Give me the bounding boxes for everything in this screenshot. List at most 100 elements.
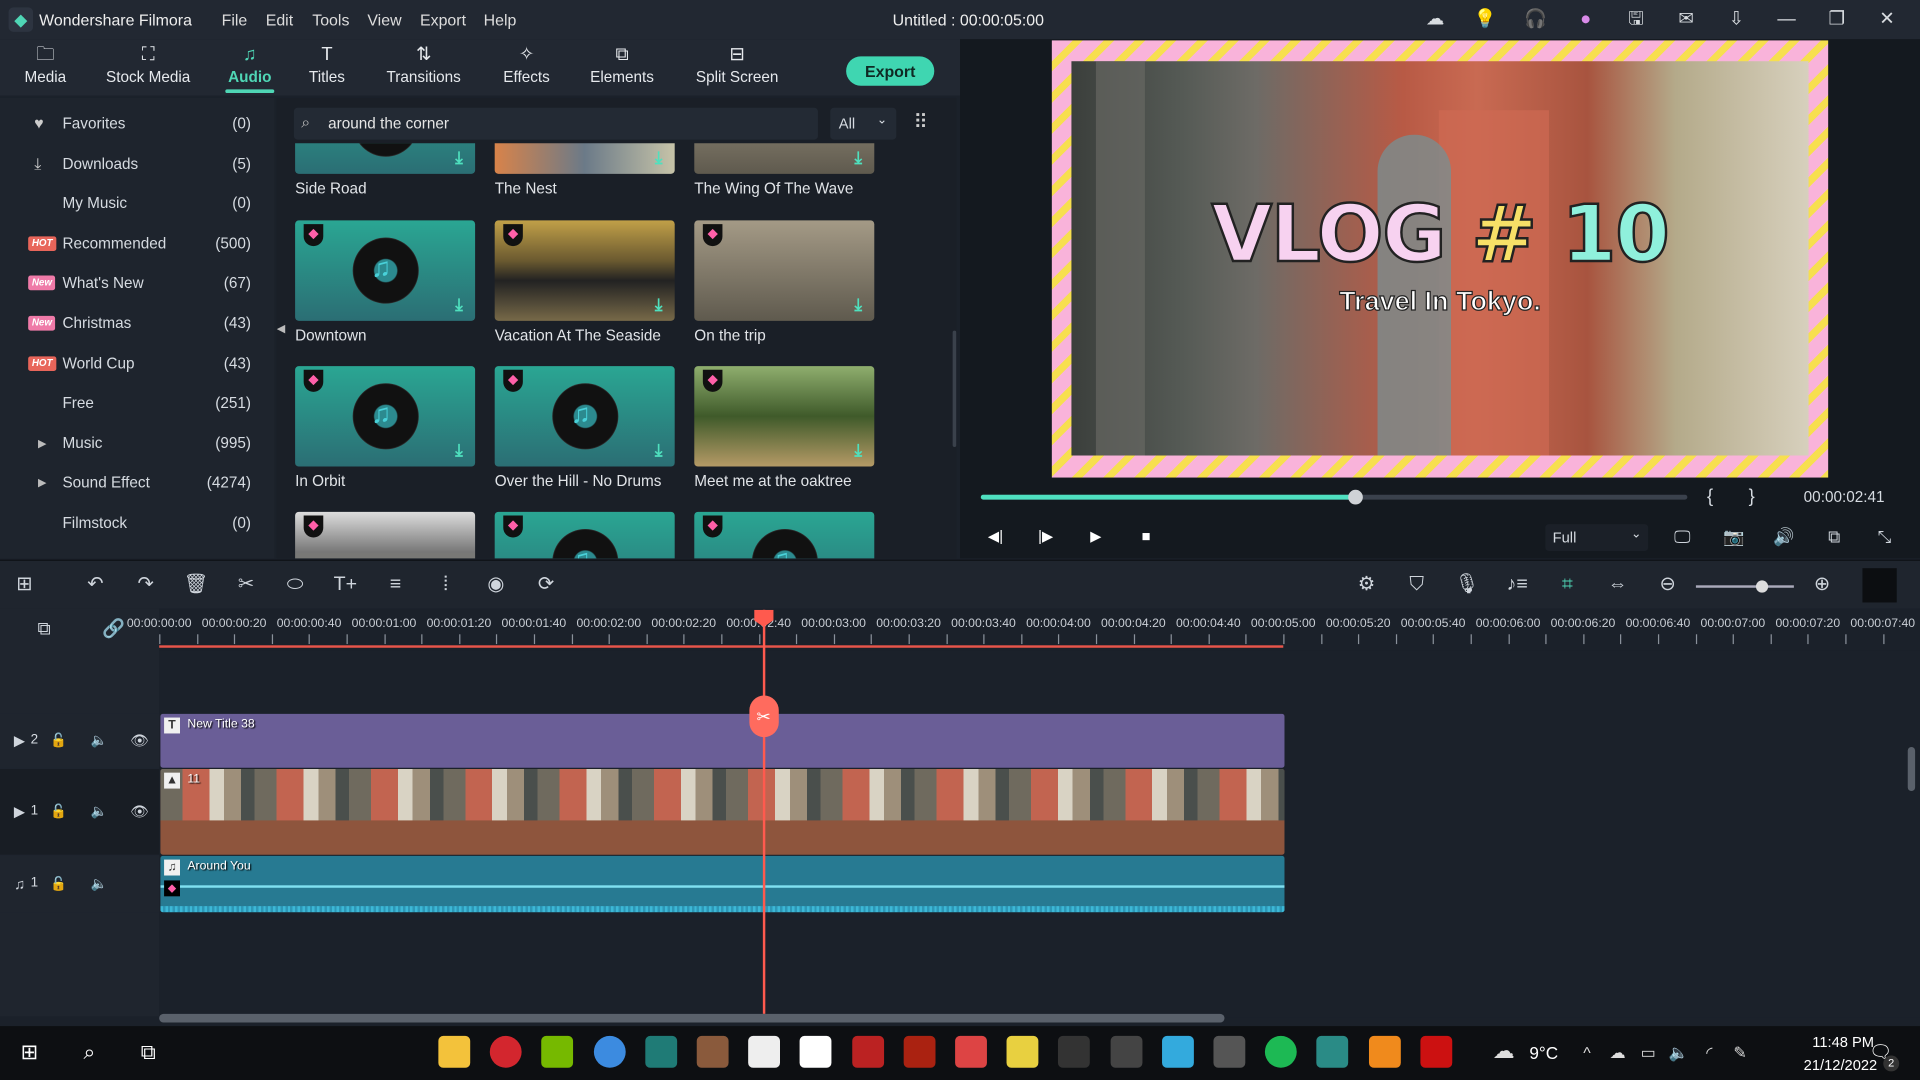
onedrive-icon[interactable]: ☁ <box>1604 1041 1631 1065</box>
download-icon[interactable]: ⤓ <box>655 294 663 315</box>
collapse-sidebar-icon[interactable]: ◀ <box>277 322 285 335</box>
taskbar-app-icon[interactable] <box>851 1035 884 1068</box>
audio-ducking-icon[interactable]: ♪≡ <box>1504 573 1531 597</box>
taskbar-nvidia-icon[interactable] <box>541 1035 574 1068</box>
timeline-zoom-slider[interactable] <box>1695 580 1794 593</box>
sidebar-item-my-music[interactable]: My Music (0) <box>0 185 274 222</box>
zoom-out-icon[interactable]: ⊖ <box>1654 573 1681 597</box>
sidebar-item-downloads[interactable]: ⤓ Downloads (5) <box>0 145 274 182</box>
task-view-icon[interactable]: ⧉ <box>135 1041 162 1065</box>
tag-icon[interactable]: ⬭ <box>282 573 309 597</box>
audio-thumbnail[interactable]: ♫◆ <box>494 511 675 559</box>
download-icon[interactable]: ⤓ <box>854 147 862 168</box>
download-icon[interactable]: ⇩ <box>1723 7 1750 31</box>
taskbar-file-explorer-icon[interactable] <box>438 1035 471 1068</box>
minimize-icon[interactable]: — <box>1773 7 1800 31</box>
taskbar-app-icon[interactable] <box>1420 1035 1452 1068</box>
taskbar-spotify-icon[interactable] <box>1265 1035 1297 1068</box>
split-scissors-icon[interactable]: ✂ <box>748 695 779 738</box>
preview-progress-slider[interactable] <box>980 489 1688 505</box>
filter-dropdown[interactable]: All ⌄ <box>830 107 897 140</box>
quality-dropdown[interactable]: Full ⌄ <box>1545 524 1649 552</box>
play-icon[interactable]: ▶ <box>1082 524 1109 548</box>
taskbar-app-icon[interactable] <box>800 1035 832 1068</box>
lock-icon[interactable]: 🔓 <box>45 800 72 824</box>
speech-to-text-icon[interactable]: ⟳ <box>533 573 560 597</box>
tab-titles[interactable]: T Titles <box>301 39 352 95</box>
render-preview-icon[interactable]: ⧉ <box>1821 524 1848 548</box>
avatar-icon[interactable]: ● <box>1572 7 1599 31</box>
zoom-handle[interactable] <box>1756 580 1769 593</box>
mute-icon[interactable]: 🔈 <box>86 872 113 896</box>
audio-thumbnail[interactable]: ♫ ◆ ⤓ <box>295 220 476 321</box>
mail-icon[interactable]: ✉ <box>1673 7 1700 31</box>
audio-thumbnail[interactable]: ♫⤓ <box>295 143 476 174</box>
visibility-icon[interactable]: 👁 <box>126 729 153 753</box>
download-icon[interactable]: ⤓ <box>655 147 663 168</box>
tab-transitions[interactable]: ⇅ Transitions <box>380 39 468 95</box>
display-settings-icon[interactable]: 🖵 <box>1669 524 1696 548</box>
expand-arrow-icon[interactable]: ▶ <box>38 465 46 502</box>
title-clip[interactable]: T New Title 38 <box>160 713 1285 768</box>
fullscreen-icon[interactable]: ⤡ <box>1871 524 1898 548</box>
taskbar-app-icon[interactable] <box>1213 1035 1246 1068</box>
timeline-ruler[interactable]: 00:00:00:00 00:00:00:20 00:00:00:40 00:00:0… <box>127 608 1920 651</box>
step-back-icon[interactable]: ◀| <box>982 524 1009 548</box>
timeline-vertical-scrollbar[interactable] <box>1907 746 1916 792</box>
video-clip[interactable]: ▲ 11 <box>160 768 1285 855</box>
adjust-icon[interactable]: ≡ <box>382 573 409 597</box>
audio-thumbnail[interactable]: ◆ ⤓ <box>694 220 875 321</box>
taskbar-app-icon[interactable] <box>903 1035 936 1068</box>
tab-stock-media[interactable]: ⛶ Stock Media <box>103 39 194 95</box>
tab-split-screen[interactable]: ⊟ Split Screen <box>691 39 784 95</box>
volume-icon[interactable]: 🔈 <box>1665 1041 1692 1065</box>
audio-thumbnail[interactable]: ◆ ⤓ <box>494 220 675 321</box>
taskbar-chrome-icon[interactable] <box>593 1035 626 1068</box>
audio-thumbnail[interactable]: ♫ ◆ ⤓ <box>295 366 476 467</box>
menu-view[interactable]: View <box>367 11 401 29</box>
tab-effects[interactable]: ✧ Effects <box>496 39 557 95</box>
cut-icon[interactable]: ✂ <box>233 573 260 597</box>
undo-icon[interactable]: ↶ <box>82 573 109 597</box>
progress-handle[interactable] <box>1347 489 1363 505</box>
tab-media[interactable]: 🗀 Media <box>10 39 81 95</box>
taskbar-app-icon[interactable] <box>1161 1035 1194 1068</box>
menu-file[interactable]: File <box>222 11 248 29</box>
download-icon[interactable]: ⤓ <box>455 294 463 315</box>
clock-date[interactable]: 21/12/2022 <box>1804 1057 1878 1074</box>
sidebar-item-christmas[interactable]: New Christmas (43) <box>0 305 274 342</box>
grid-view-icon[interactable]: ⠿ <box>913 110 927 134</box>
library-scrollbar[interactable] <box>952 330 957 447</box>
taskbar-opera-icon[interactable] <box>490 1035 522 1068</box>
download-icon[interactable]: ⤓ <box>455 147 463 168</box>
restore-icon[interactable]: ❐ <box>1823 7 1850 31</box>
mark-out-button[interactable]: } <box>1749 486 1755 507</box>
start-icon[interactable]: ⊞ <box>16 1041 43 1065</box>
add-text-icon[interactable]: T+ <box>332 573 359 597</box>
tab-elements[interactable]: ⧉ Elements <box>585 39 658 95</box>
sidebar-item-favorites[interactable]: ♥ Favorites (0) <box>0 105 274 142</box>
sidebar-item-filmstock[interactable]: Filmstock (0) <box>0 504 274 541</box>
battery-icon[interactable]: ▭ <box>1635 1041 1662 1065</box>
sidebar-item-recommended[interactable]: HOT Recommended (500) <box>0 225 274 262</box>
save-icon[interactable]: 🖫 <box>1622 7 1649 31</box>
menu-tools[interactable]: Tools <box>312 11 349 29</box>
layout-icon[interactable]: ⊞ <box>11 573 38 597</box>
fit-icon[interactable]: ⇔ <box>1604 573 1631 597</box>
volume-icon[interactable]: 🔊 <box>1771 524 1798 548</box>
tab-audio[interactable]: ♫ Audio <box>223 39 277 95</box>
zoom-in-icon[interactable]: ⊕ <box>1809 573 1836 597</box>
delete-icon[interactable]: 🗑 <box>182 573 209 597</box>
audio-clip[interactable]: ◆ ♫ Around You <box>160 855 1285 913</box>
weather-icon[interactable]: ☁ <box>1490 1038 1517 1062</box>
sidebar-item-music[interactable]: ▶ Music (995) <box>0 425 274 462</box>
redo-icon[interactable]: ↷ <box>132 573 159 597</box>
taskbar-filmora-active-icon[interactable] <box>1316 1035 1349 1068</box>
expand-arrow-icon[interactable]: ▶ <box>38 425 46 462</box>
sidebar-item-sound-effect[interactable]: ▶ Sound Effect (4274) <box>0 465 274 502</box>
audio-thumbnail[interactable]: ♫◆ <box>694 511 875 559</box>
sidebar-item-free[interactable]: Free (251) <box>0 385 274 422</box>
close-icon[interactable]: ✕ <box>1873 7 1900 31</box>
link-icon[interactable]: 🔗 <box>100 617 127 641</box>
audio-thumbnail[interactable]: ◆ ⤓ <box>694 366 875 467</box>
